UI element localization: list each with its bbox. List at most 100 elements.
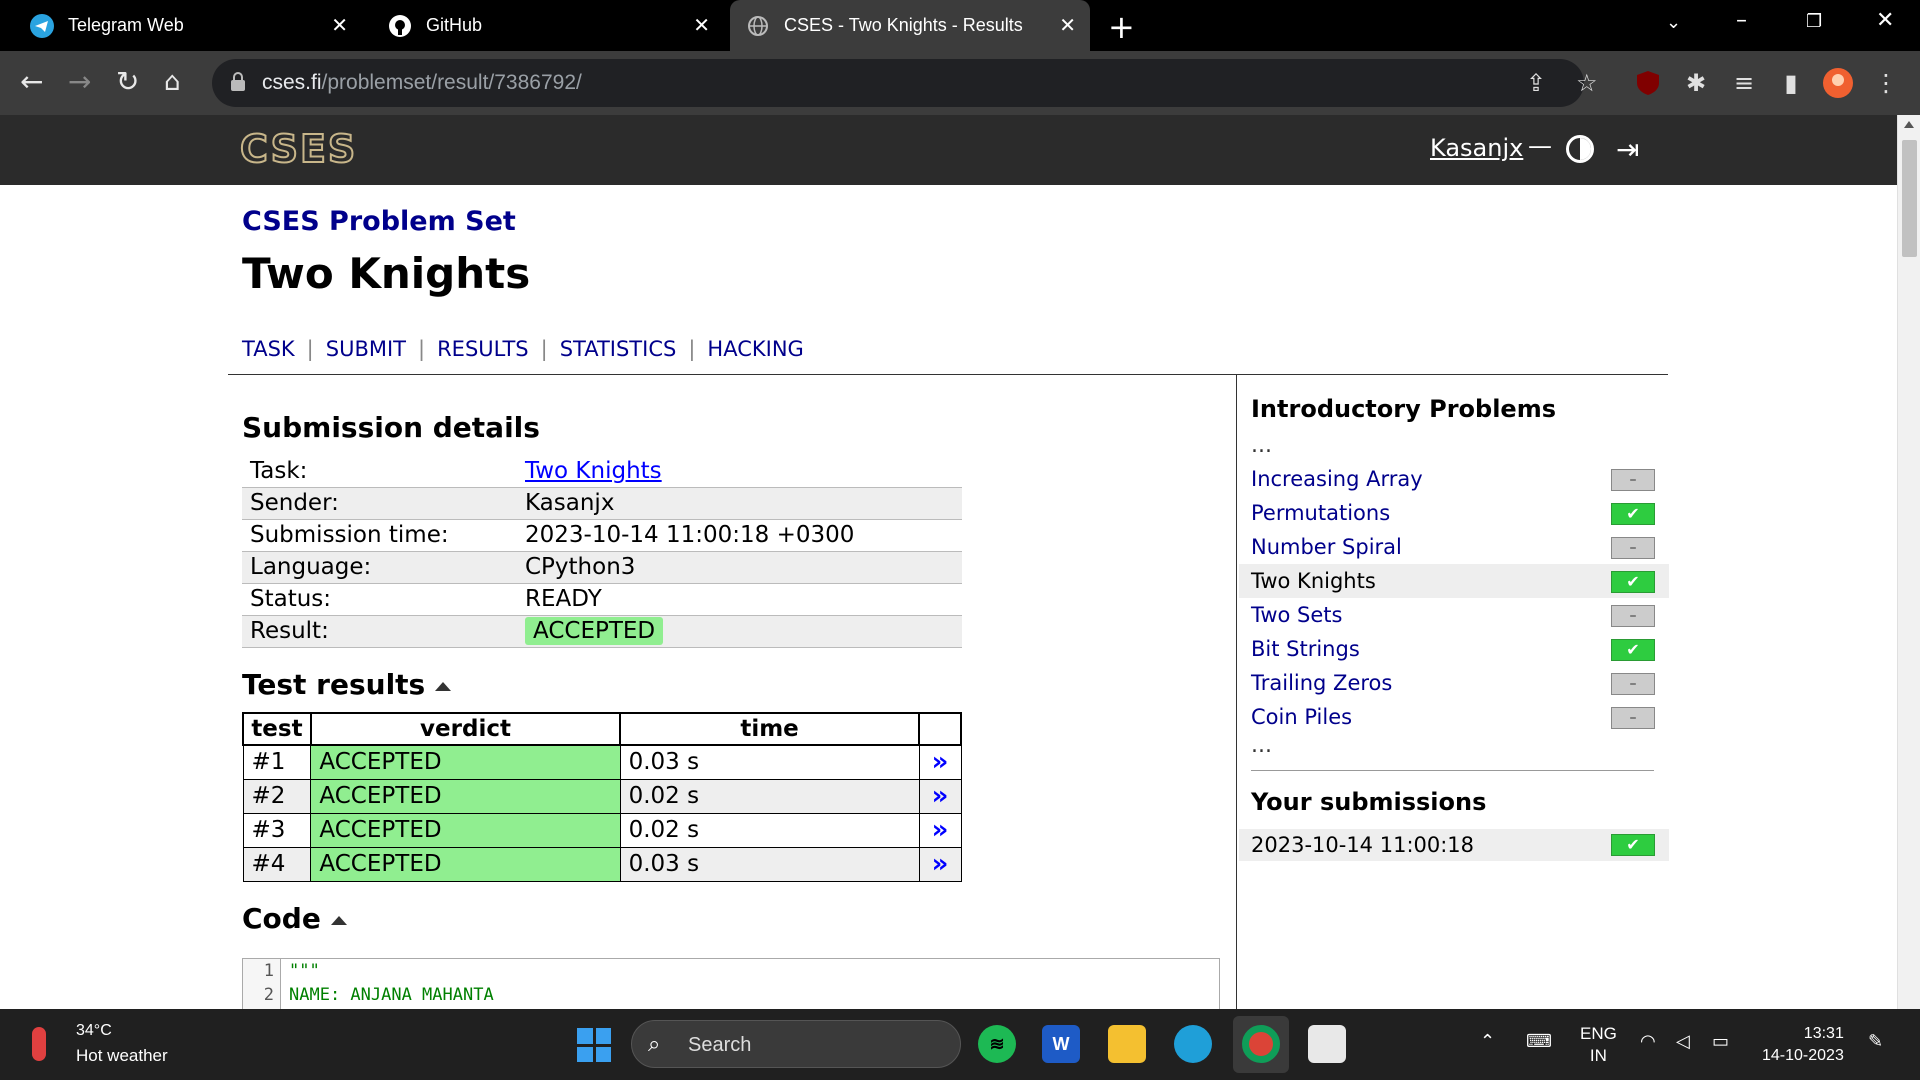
theme-toggle-icon[interactable] bbox=[1566, 135, 1594, 163]
reload-icon[interactable]: ↻ bbox=[116, 65, 139, 99]
spotify-icon[interactable]: ≋ bbox=[978, 1025, 1016, 1063]
ublock-icon[interactable] bbox=[1632, 67, 1664, 99]
tab-github[interactable]: GitHub ✕ bbox=[362, 0, 724, 51]
test-details-link[interactable]: » bbox=[918, 812, 962, 848]
forward-icon[interactable]: → bbox=[68, 65, 91, 99]
close-icon[interactable]: ✕ bbox=[331, 13, 348, 38]
minimize-icon[interactable]: – bbox=[1736, 8, 1747, 33]
python-editor-icon[interactable] bbox=[1308, 1025, 1346, 1063]
code-line: NAME: ANJANA MAHANTA bbox=[289, 985, 494, 1005]
problem-item[interactable]: Trailing Zeros – bbox=[1239, 666, 1669, 700]
problem-name: Bit Strings bbox=[1251, 637, 1360, 661]
status-check-icon: ✔ bbox=[1611, 503, 1655, 525]
notifications-icon[interactable]: ✎ bbox=[1868, 1031, 1883, 1052]
new-tab-button[interactable]: + bbox=[1108, 8, 1135, 46]
profile-avatar[interactable] bbox=[1822, 67, 1854, 99]
back-icon[interactable]: ← bbox=[20, 65, 43, 99]
lang-region: IN bbox=[1589, 1046, 1607, 1065]
problem-item[interactable]: Permutations ✔ bbox=[1239, 496, 1669, 530]
table-row: #4 ACCEPTED 0.03 s» bbox=[242, 846, 962, 882]
code-heading[interactable]: Code bbox=[242, 902, 347, 935]
chrome-icon[interactable] bbox=[1242, 1025, 1280, 1063]
file-explorer-icon[interactable] bbox=[1108, 1025, 1146, 1063]
word-icon[interactable]: W bbox=[1042, 1025, 1080, 1063]
language-indicator[interactable]: ENG IN bbox=[1580, 1023, 1617, 1067]
cses-logo[interactable]: CSES bbox=[239, 126, 357, 172]
system-clock[interactable]: 13:31 14-10-2023 bbox=[1762, 1023, 1844, 1067]
submission-time: 2023-10-14 11:00:18 bbox=[1251, 833, 1475, 857]
volume-icon[interactable]: ◁ bbox=[1676, 1031, 1690, 1052]
window-close-icon[interactable]: ✕ bbox=[1876, 8, 1894, 33]
media-queue-icon[interactable]: ≡ bbox=[1728, 67, 1760, 99]
tab-cses-results[interactable]: CSES - Two Knights - Results ✕ bbox=[730, 0, 1090, 51]
problem-item[interactable]: Bit Strings ✔ bbox=[1239, 632, 1669, 666]
lang-code: ENG bbox=[1580, 1024, 1617, 1043]
thermometer-icon[interactable] bbox=[32, 1027, 46, 1061]
tab-telegram[interactable]: Telegram Web ✕ bbox=[0, 0, 362, 51]
scroll-up-icon[interactable] bbox=[1904, 121, 1914, 128]
collapse-triangle-icon[interactable] bbox=[435, 681, 452, 691]
bookmark-star-icon[interactable]: ☆ bbox=[1576, 69, 1598, 97]
page-scrollbar[interactable] bbox=[1897, 115, 1920, 1009]
test-details-link[interactable]: » bbox=[918, 846, 962, 882]
task-link[interactable]: Two Knights bbox=[525, 458, 662, 484]
tab-results[interactable]: RESULTS bbox=[425, 337, 541, 361]
code-viewer[interactable]: 1 2 """ NAME: ANJANA MAHANTA bbox=[242, 958, 1220, 1009]
address-bar[interactable]: cses.fi/problemset/result/7386792/ ⇪ ☆ bbox=[212, 59, 1598, 107]
edge-icon[interactable] bbox=[1174, 1025, 1212, 1063]
problem-list: Increasing Array – Permutations ✔ Number S… bbox=[1239, 462, 1669, 734]
close-icon[interactable]: ✕ bbox=[1059, 13, 1076, 38]
close-icon[interactable]: ✕ bbox=[693, 13, 710, 38]
extensions-icon[interactable]: ✱ bbox=[1680, 67, 1712, 99]
sidebar-divider bbox=[1236, 375, 1237, 1009]
taskbar-search[interactable]: ⌕ Search bbox=[631, 1020, 961, 1068]
problem-item[interactable]: Increasing Array – bbox=[1239, 462, 1669, 496]
tab-task[interactable]: TASK bbox=[242, 337, 307, 361]
keyboard-icon[interactable]: ⌨ bbox=[1526, 1031, 1552, 1052]
tab-statistics[interactable]: STATISTICS bbox=[548, 337, 689, 361]
col-time: time bbox=[619, 712, 921, 746]
tab-title: GitHub bbox=[426, 15, 483, 35]
details-row: Task: Two Knights bbox=[242, 455, 962, 488]
weather-desc[interactable]: Hot weather bbox=[76, 1046, 168, 1066]
side-panel-icon[interactable]: ▮ bbox=[1775, 67, 1807, 99]
table-row: #2 ACCEPTED 0.02 s» bbox=[242, 778, 962, 814]
test-details-link[interactable]: » bbox=[918, 744, 962, 780]
browser-toolbar: ← → ↻ ⌂ cses.fi/problemset/result/738679… bbox=[0, 51, 1920, 115]
submission-item[interactable]: 2023-10-14 11:00:18 ✔ bbox=[1239, 829, 1669, 861]
logout-icon[interactable]: ⇥ bbox=[1616, 133, 1639, 166]
chevron-up-icon[interactable]: ⌃ bbox=[1480, 1031, 1495, 1052]
weather-temp[interactable]: 34°C bbox=[76, 1022, 112, 1040]
details-row: Sender: Kasanjx bbox=[242, 487, 962, 520]
scrollbar-thumb[interactable] bbox=[1902, 140, 1917, 257]
test-verdict: ACCEPTED bbox=[310, 812, 621, 848]
ellipsis-top: ... bbox=[1251, 433, 1272, 458]
test-details-link[interactable]: » bbox=[918, 778, 962, 814]
collapse-triangle-icon[interactable] bbox=[330, 915, 347, 925]
test-results-heading[interactable]: Test results bbox=[242, 668, 452, 701]
menu-icon[interactable]: ⋮ bbox=[1870, 67, 1902, 99]
user-link[interactable]: Kasanjx bbox=[1430, 134, 1523, 162]
details-label: Submission time: bbox=[242, 519, 517, 552]
sidebar-separator bbox=[1251, 770, 1654, 771]
nav-divider bbox=[228, 374, 1668, 375]
tab-submit[interactable]: SUBMIT bbox=[314, 337, 418, 361]
problem-set-title[interactable]: CSES Problem Set bbox=[242, 206, 516, 237]
restore-icon[interactable]: ❐ bbox=[1806, 11, 1822, 32]
status-check-icon: ✔ bbox=[1611, 571, 1655, 593]
problem-item[interactable]: Number Spiral – bbox=[1239, 530, 1669, 564]
problem-item[interactable]: Coin Piles – bbox=[1239, 700, 1669, 734]
tab-hacking[interactable]: HACKING bbox=[695, 337, 815, 361]
nav-separator: | bbox=[540, 337, 548, 361]
home-icon[interactable]: ⌂ bbox=[164, 65, 181, 99]
tab-search-icon[interactable]: ⌄ bbox=[1666, 12, 1681, 33]
details-label: Sender: bbox=[242, 487, 517, 520]
search-placeholder: Search bbox=[688, 1034, 752, 1056]
test-results-table: test verdict time #1 ACCEPTED 0.03 s» #2 AC… bbox=[242, 712, 962, 882]
problem-item[interactable]: Two Sets – bbox=[1239, 598, 1669, 632]
share-icon[interactable]: ⇪ bbox=[1526, 69, 1546, 97]
wifi-icon[interactable]: ◠ bbox=[1640, 1031, 1656, 1052]
battery-icon[interactable]: ▭ bbox=[1712, 1031, 1729, 1052]
start-button[interactable] bbox=[577, 1028, 611, 1062]
problem-name: Permutations bbox=[1251, 501, 1391, 525]
